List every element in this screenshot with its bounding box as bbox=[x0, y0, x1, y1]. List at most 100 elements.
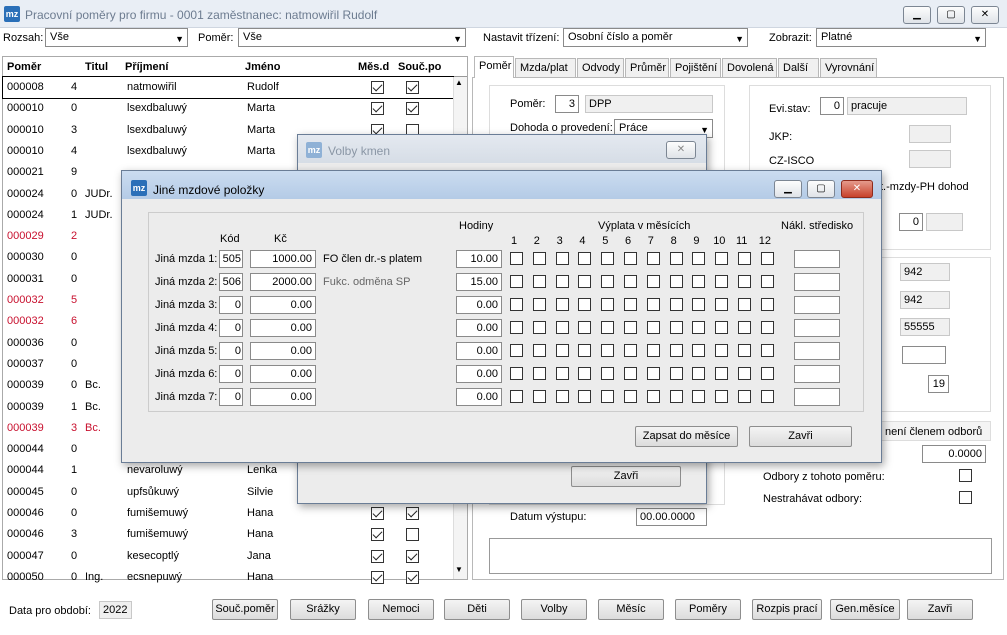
month-checkbox[interactable] bbox=[624, 367, 637, 380]
col-soucpo[interactable]: Souč.po bbox=[398, 61, 441, 73]
kod-field[interactable]: 505 bbox=[219, 250, 243, 268]
close-icon[interactable]: ✕ bbox=[971, 6, 999, 24]
month-checkbox[interactable] bbox=[555, 321, 569, 334]
scroll-up-icon[interactable]: ▲ bbox=[455, 78, 463, 87]
month-checkbox[interactable] bbox=[692, 275, 706, 288]
month-checkbox[interactable] bbox=[669, 298, 683, 311]
month-checkbox[interactable] bbox=[601, 321, 615, 334]
mes-checkbox[interactable] bbox=[371, 528, 384, 542]
month-checkbox[interactable] bbox=[715, 390, 729, 403]
month-checkbox[interactable] bbox=[532, 321, 546, 334]
table-row[interactable]: 000050 0 Ing. ecsnepuwý Hana bbox=[3, 567, 453, 588]
col-mesd[interactable]: Měs.d bbox=[358, 61, 389, 73]
month-checkbox[interactable] bbox=[760, 390, 774, 403]
tab-1[interactable]: Mzda/plat bbox=[515, 58, 576, 77]
month-checkbox[interactable] bbox=[601, 344, 615, 357]
hodiny-field[interactable]: 0.00 bbox=[456, 319, 502, 337]
month-checkbox[interactable] bbox=[692, 298, 706, 311]
month-checkbox[interactable] bbox=[555, 252, 569, 265]
hodiny-field[interactable]: 0.00 bbox=[456, 342, 502, 360]
month-checkbox[interactable] bbox=[692, 321, 706, 334]
zobrazit-select[interactable]: Platné ▼ bbox=[816, 28, 986, 47]
kod-field[interactable]: 0 bbox=[219, 388, 243, 406]
month-checkbox[interactable] bbox=[510, 321, 523, 334]
month-checkbox[interactable] bbox=[760, 367, 774, 380]
kod-field[interactable]: 0 bbox=[219, 319, 243, 337]
table-row[interactable]: 000046 0 fumišemuwý Hana bbox=[3, 503, 453, 524]
kc-field[interactable]: 0.00 bbox=[250, 388, 316, 406]
month-checkbox[interactable] bbox=[601, 298, 615, 311]
naklad-field[interactable] bbox=[794, 388, 840, 406]
month-checkbox[interactable] bbox=[510, 367, 523, 380]
kod-field[interactable]: 0 bbox=[219, 365, 243, 383]
rozsah-select[interactable]: Vše ▼ bbox=[45, 28, 188, 47]
pomer-select[interactable]: Vše ▼ bbox=[238, 28, 466, 47]
mes-checkbox[interactable] bbox=[371, 507, 384, 520]
bottom-button-7[interactable]: Rozpis prací bbox=[752, 599, 822, 620]
col-jmeno[interactable]: Jméno bbox=[245, 61, 280, 73]
month-checkbox[interactable] bbox=[646, 275, 660, 288]
month-checkbox[interactable] bbox=[624, 275, 637, 288]
hodiny-field[interactable]: 0.00 bbox=[456, 388, 502, 406]
month-checkbox[interactable] bbox=[646, 321, 660, 334]
evi-number-field[interactable]: 0 bbox=[820, 97, 844, 115]
tab-0[interactable]: Poměr bbox=[474, 56, 514, 78]
tab-7[interactable]: Vyrovnání bbox=[820, 58, 877, 77]
trideni-select[interactable]: Osobní číslo a poměr ▼ bbox=[563, 28, 748, 47]
naklad-field[interactable] bbox=[794, 250, 840, 268]
month-checkbox[interactable] bbox=[510, 298, 523, 311]
month-checkbox[interactable] bbox=[510, 275, 523, 288]
month-checkbox[interactable] bbox=[510, 344, 523, 357]
naklad-field[interactable] bbox=[794, 296, 840, 314]
nestrahavat-checkbox[interactable] bbox=[959, 491, 972, 504]
month-checkbox[interactable] bbox=[532, 252, 546, 265]
bottom-button-6[interactable]: Poměry bbox=[675, 599, 741, 620]
month-checkbox[interactable] bbox=[532, 298, 546, 311]
month-checkbox[interactable] bbox=[624, 252, 637, 265]
month-checkbox[interactable] bbox=[624, 390, 637, 403]
kc-field[interactable]: 0.00 bbox=[250, 342, 316, 360]
month-checkbox[interactable] bbox=[555, 344, 569, 357]
kod-field[interactable]: 0 bbox=[219, 342, 243, 360]
souc-checkbox[interactable] bbox=[406, 102, 419, 116]
month-checkbox[interactable] bbox=[715, 252, 729, 265]
hodiny-field[interactable]: 0.00 bbox=[456, 296, 502, 314]
table-row[interactable]: 000010 0 lsexdbaluwý Marta bbox=[3, 98, 453, 119]
month-checkbox[interactable] bbox=[692, 344, 706, 357]
month-checkbox[interactable] bbox=[646, 390, 660, 403]
month-checkbox[interactable] bbox=[646, 252, 660, 265]
table-row[interactable]: 000008 4 natmowiřil Rudolf bbox=[2, 75, 454, 100]
bottom-button-1[interactable]: Srážky bbox=[290, 599, 356, 620]
month-checkbox[interactable] bbox=[738, 275, 751, 288]
month-checkbox[interactable] bbox=[510, 252, 523, 265]
month-checkbox[interactable] bbox=[669, 390, 683, 403]
month-checkbox[interactable] bbox=[510, 390, 523, 403]
odbory-pomer-checkbox[interactable] bbox=[959, 469, 972, 482]
month-checkbox[interactable] bbox=[669, 252, 683, 265]
month-checkbox[interactable] bbox=[532, 344, 546, 357]
col-prijmeni[interactable]: Příjmení bbox=[125, 61, 168, 73]
month-checkbox[interactable] bbox=[692, 390, 706, 403]
month-checkbox[interactable] bbox=[760, 252, 774, 265]
month-checkbox[interactable] bbox=[715, 298, 729, 311]
bottom-button-9[interactable]: Zavři bbox=[907, 599, 973, 620]
month-checkbox[interactable] bbox=[532, 367, 546, 380]
maximize-icon[interactable]: ▢ bbox=[937, 6, 965, 24]
month-checkbox[interactable] bbox=[601, 390, 615, 403]
minimize-icon[interactable]: ▁ bbox=[774, 180, 802, 198]
bottom-button-8[interactable]: Gen.měsíce bbox=[830, 599, 900, 620]
maximize-icon[interactable]: ▢ bbox=[807, 180, 835, 198]
naklad-field[interactable] bbox=[794, 365, 840, 383]
col-pomer[interactable]: Poměr bbox=[7, 61, 41, 73]
month-checkbox[interactable] bbox=[578, 321, 592, 334]
month-checkbox[interactable] bbox=[738, 298, 751, 311]
hodiny-field[interactable]: 10.00 bbox=[456, 250, 502, 268]
minimize-icon[interactable]: ▁ bbox=[903, 6, 931, 24]
month-checkbox[interactable] bbox=[532, 390, 546, 403]
month-checkbox[interactable] bbox=[715, 367, 729, 380]
tab-6[interactable]: Další bbox=[778, 58, 819, 77]
month-checkbox[interactable] bbox=[715, 321, 729, 334]
col-titul[interactable]: Titul bbox=[85, 61, 108, 73]
tab-3[interactable]: Průměr bbox=[625, 58, 669, 77]
month-checkbox[interactable] bbox=[715, 275, 729, 288]
